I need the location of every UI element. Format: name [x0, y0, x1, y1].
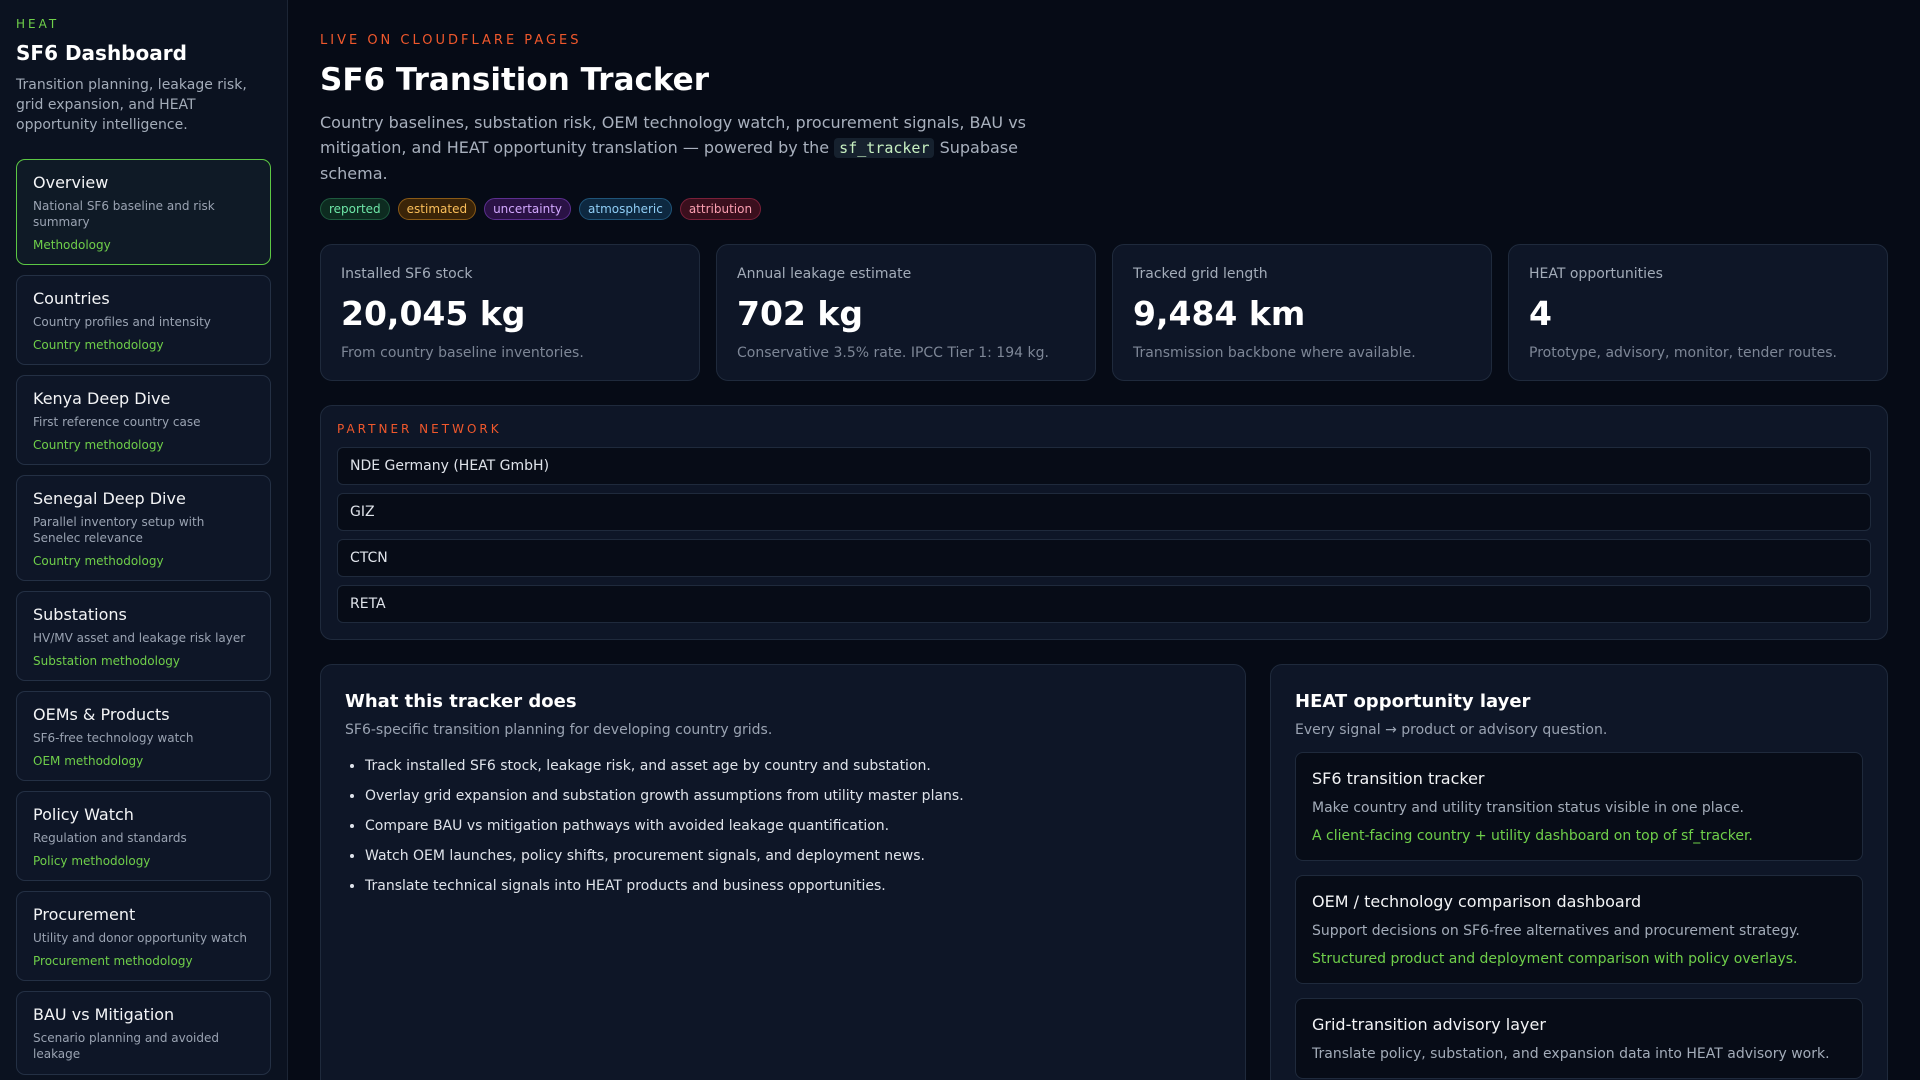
stat-label: Annual leakage estimate: [737, 266, 912, 282]
sidebar-item-bau-mitigation[interactable]: BAU vs Mitigation Scenario planning and …: [16, 991, 271, 1075]
sidebar-item-subtitle: Country profiles and intensity: [33, 315, 211, 329]
sidebar-item-subtitle: National SF6 baseline and risk summary: [33, 199, 215, 229]
sidebar-item-countries[interactable]: Countries Country profiles and intensity…: [16, 275, 271, 365]
stat-note: Transmission backbone where available.: [1133, 345, 1416, 361]
sidebar-item-subtitle: Utility and donor opportunity watch: [33, 931, 247, 945]
sidebar-item-subtitle: SF6-free technology watch: [33, 731, 194, 745]
opportunity-description: Translate policy, substation, and expans…: [1312, 1046, 1830, 1062]
tag-uncertainty: uncertainty: [484, 198, 572, 220]
stat-card-annual-leakage: Annual leakage estimate 702 kg Conservat…: [716, 244, 1096, 381]
stat-value: 702 kg: [737, 294, 863, 333]
list-item: Watch OEM launches, policy shifts, procu…: [365, 848, 1221, 864]
stat-card-installed-stock: Installed SF6 stock 20,045 kg From count…: [320, 244, 700, 381]
sidebar-item-subtitle: HV/MV asset and leakage risk layer: [33, 631, 246, 645]
brand-description: Transition planning, leakage risk, grid …: [16, 77, 247, 133]
sidebar-nav: Overview National SF6 baseline and risk …: [16, 159, 271, 1075]
sidebar-item-methodology-link[interactable]: Country methodology: [33, 338, 254, 352]
sidebar-item-kenya[interactable]: Kenya Deep Dive First reference country …: [16, 375, 271, 465]
opportunity-card[interactable]: SF6 transition tracker Make country and …: [1295, 752, 1863, 861]
sidebar-item-methodology-link[interactable]: OEM methodology: [33, 754, 254, 768]
stat-note: From country baseline inventories.: [341, 345, 584, 361]
tag-attribution: attribution: [679, 198, 762, 220]
tag-estimated: estimated: [397, 198, 477, 220]
sidebar-item-overview[interactable]: Overview National SF6 baseline and risk …: [16, 159, 271, 265]
opportunity-description: Make country and utility transition stat…: [1312, 800, 1745, 816]
stat-value: 20,045 kg: [341, 294, 526, 333]
sidebar-item-label: Senegal Deep Dive: [33, 489, 186, 508]
sidebar-item-label: Procurement: [33, 905, 136, 924]
sidebar-item-oems[interactable]: OEMs & Products SF6-free technology watc…: [16, 691, 271, 781]
panel-title: HEAT opportunity layer: [1295, 691, 1531, 712]
sidebar-item-methodology-link[interactable]: Procurement methodology: [33, 954, 254, 968]
sidebar-item-procurement[interactable]: Procurement Utility and donor opportunit…: [16, 891, 271, 981]
partner-row: NDE Germany (HEAT GmbH): [337, 447, 1871, 485]
sidebar-item-methodology-link[interactable]: Country methodology: [33, 438, 254, 452]
opportunity-card[interactable]: OEM / technology comparison dashboard Su…: [1295, 875, 1863, 984]
opportunity-card[interactable]: Grid-transition advisory layer Translate…: [1295, 998, 1863, 1079]
stat-value: 9,484 km: [1133, 294, 1306, 333]
info-columns: What this tracker does SF6-specific tran…: [320, 664, 1888, 1080]
opportunity-panel: HEAT opportunity layer Every signal → pr…: [1270, 664, 1888, 1080]
list-item: Track installed SF6 stock, leakage risk,…: [365, 758, 1221, 774]
schema-code: sf_tracker: [834, 138, 935, 158]
deploy-kicker: LIVE ON CLOUDFLARE PAGES: [320, 33, 582, 48]
opportunity-note: Structured product and deployment compar…: [1312, 951, 1798, 967]
partner-network: PARTNER NETWORK NDE Germany (HEAT GmbH) …: [320, 405, 1888, 640]
tracker-bullets: Track installed SF6 stock, leakage risk,…: [345, 758, 1221, 894]
panel-subtitle: SF6-specific transition planning for dev…: [345, 722, 773, 738]
brand-kicker: HEAT: [16, 17, 60, 31]
stat-value: 4: [1529, 294, 1552, 333]
panel-subtitle: Every signal → product or advisory quest…: [1295, 722, 1608, 738]
stat-label: Installed SF6 stock: [341, 266, 473, 282]
stat-cards: Installed SF6 stock 20,045 kg From count…: [320, 244, 1888, 381]
page-title: SF6 Transition Tracker: [320, 62, 709, 98]
sidebar-item-substations[interactable]: Substations HV/MV asset and leakage risk…: [16, 591, 271, 681]
sidebar-item-methodology-link[interactable]: Substation methodology: [33, 654, 254, 668]
stat-label: HEAT opportunities: [1529, 266, 1663, 282]
legend-tags: reported estimated uncertainty atmospher…: [320, 198, 1888, 220]
opportunity-title: Grid-transition advisory layer: [1312, 1015, 1546, 1034]
partner-row: CTCN: [337, 539, 1871, 577]
sidebar-item-methodology-link[interactable]: Country methodology: [33, 554, 254, 568]
opportunity-note: A client-facing country + utility dashbo…: [1312, 828, 1753, 844]
opportunity-title: OEM / technology comparison dashboard: [1312, 892, 1642, 911]
sidebar-item-subtitle: Scenario planning and avoided leakage: [33, 1031, 220, 1061]
opportunity-title: SF6 transition tracker: [1312, 769, 1485, 788]
stat-label: Tracked grid length: [1133, 266, 1268, 282]
partner-row: GIZ: [337, 493, 1871, 531]
sidebar-item-label: Countries: [33, 289, 110, 308]
sidebar-item-senegal[interactable]: Senegal Deep Dive Parallel inventory set…: [16, 475, 271, 581]
sidebar-item-label: Substations: [33, 605, 127, 624]
partner-row: RETA: [337, 585, 1871, 623]
sidebar-item-label: OEMs & Products: [33, 705, 170, 724]
stat-card-heat-opportunities: HEAT opportunities 4 Prototype, advisory…: [1508, 244, 1888, 381]
sidebar-item-label: BAU vs Mitigation: [33, 1005, 175, 1024]
list-item: Translate technical signals into HEAT pr…: [365, 878, 1221, 894]
brand-title: SF6 Dashboard: [16, 41, 187, 65]
stat-note: Conservative 3.5% rate. IPCC Tier 1: 194…: [737, 345, 1049, 361]
sidebar-item-methodology-link[interactable]: Policy methodology: [33, 854, 254, 868]
partner-network-title: PARTNER NETWORK: [337, 422, 502, 436]
list-item: Compare BAU vs mitigation pathways with …: [365, 818, 1221, 834]
stat-card-grid-length: Tracked grid length 9,484 km Transmissio…: [1112, 244, 1492, 381]
panel-title: What this tracker does: [345, 691, 577, 712]
tracker-panel: What this tracker does SF6-specific tran…: [320, 664, 1246, 1080]
sidebar-item-subtitle: Parallel inventory setup with Senelec re…: [33, 515, 205, 545]
sidebar-item-subtitle: Regulation and standards: [33, 831, 187, 845]
sidebar: HEAT SF6 Dashboard Transition planning, …: [0, 0, 288, 1080]
list-item: Overlay grid expansion and substation gr…: [365, 788, 1221, 804]
sidebar-item-subtitle: First reference country case: [33, 415, 201, 429]
sidebar-item-methodology-link[interactable]: Methodology: [33, 238, 254, 252]
tag-atmospheric: atmospheric: [579, 198, 672, 220]
sidebar-item-label: Policy Watch: [33, 805, 134, 824]
opportunity-description: Support decisions on SF6-free alternativ…: [1312, 923, 1800, 939]
tag-reported: reported: [320, 198, 390, 220]
sidebar-item-label: Kenya Deep Dive: [33, 389, 171, 408]
page-description: Country baselines, substation risk, OEM …: [320, 110, 1060, 186]
sidebar-item-label: Overview: [33, 173, 109, 192]
main-content: LIVE ON CLOUDFLARE PAGES SF6 Transition …: [320, 0, 1888, 1080]
stat-note: Prototype, advisory, monitor, tender rou…: [1529, 345, 1837, 361]
sidebar-item-policy[interactable]: Policy Watch Regulation and standards Po…: [16, 791, 271, 881]
